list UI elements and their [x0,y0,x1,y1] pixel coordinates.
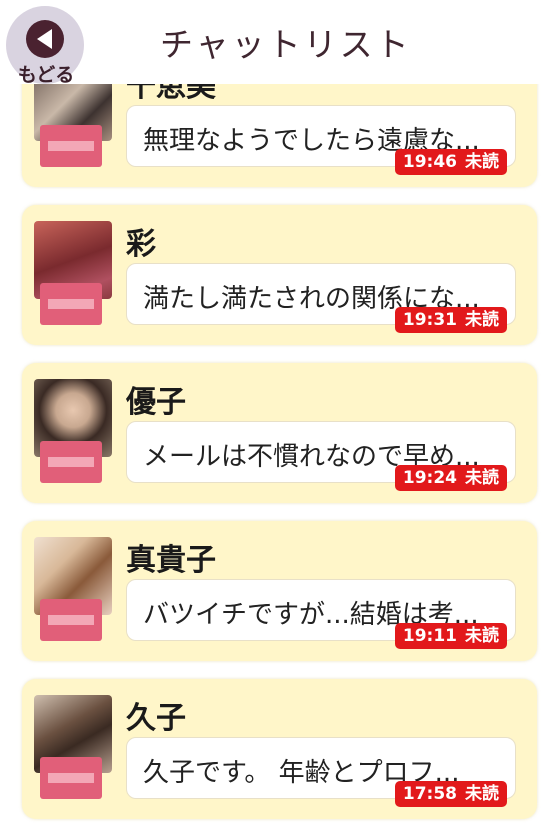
unread-badge: 19:31 未読 [394,307,507,333]
header: もどる チャットリスト [0,0,557,86]
chat-name: 真貴子 [126,543,216,578]
page-title: チャットリスト [160,25,412,64]
chat-item[interactable]: 優子 メールは不慣れなので早め... 19:24 未読 [22,363,537,503]
chat-name: 彩 [126,227,156,262]
message-time: 19:24 [402,468,457,488]
unread-badge: 19:24 未読 [394,465,507,491]
chat-name: 久子 [126,701,186,736]
message-time: 19:11 [402,626,457,646]
message-preview: 久子です。 年齢とプロフ... 17:58 未読 [126,737,516,807]
chat-list: 千恵美 無理なようでしたら遠慮な... 19:46 未読 彩 満たし満たされの関係… [0,0,557,823]
unread-badge: 19:11 未読 [394,623,507,649]
back-label: もどる [17,64,75,86]
message-preview: バツイチですが...結婚は考... 19:11 未読 [126,579,516,649]
unread-badge: 19:46 未読 [394,149,507,175]
message-preview: 満たし満たされの関係にな... 19:31 未読 [126,263,516,333]
unread-label: 未読 [465,310,499,330]
avatar-badge [40,441,102,483]
message-preview: 無理なようでしたら遠慮な... 19:46 未読 [126,105,516,175]
chat-item[interactable]: 久子 久子です。 年齢とプロフ... 17:58 未読 [22,679,537,819]
back-button[interactable]: もどる [6,6,86,86]
message-preview: メールは不慣れなので早め... 19:24 未読 [126,421,516,491]
avatar [34,537,112,647]
back-arrow-icon [26,20,64,58]
avatar-badge [40,599,102,641]
avatar-badge [40,125,102,167]
avatar-badge [40,283,102,325]
message-time: 19:31 [402,310,457,330]
unread-badge: 17:58 未読 [394,781,507,807]
unread-label: 未読 [465,784,499,804]
unread-label: 未読 [465,152,499,172]
message-time: 17:58 [402,784,457,804]
avatar [34,379,112,489]
chat-item[interactable]: 真貴子 バツイチですが...結婚は考... 19:11 未読 [22,521,537,661]
avatar [34,221,112,331]
unread-label: 未読 [465,626,499,646]
chat-name: 優子 [126,385,186,420]
chat-item[interactable]: 彩 満たし満たされの関係にな... 19:31 未読 [22,205,537,345]
avatar [34,695,112,805]
message-time: 19:46 [402,152,457,172]
avatar-badge [40,757,102,799]
unread-label: 未読 [465,468,499,488]
